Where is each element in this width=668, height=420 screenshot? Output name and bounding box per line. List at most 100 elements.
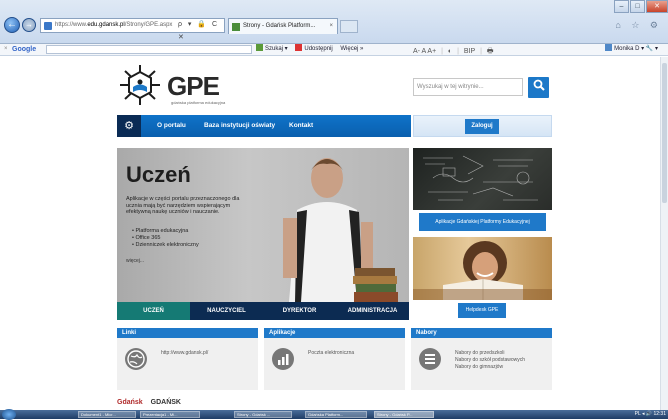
- font-size-controls[interactable]: A- A A+: [413, 48, 436, 55]
- google-search-input[interactable]: [46, 45, 252, 54]
- back-button[interactable]: ←: [4, 17, 20, 33]
- hero-title: Uczeń: [126, 162, 191, 187]
- toolbar-close-icon[interactable]: ×: [4, 44, 8, 55]
- tab-uczen[interactable]: UCZEŃ: [117, 302, 190, 320]
- maximize-button[interactable]: □: [630, 0, 645, 13]
- footer-gdansk-text[interactable]: GDAŃSK: [151, 399, 181, 406]
- link-nabory-szkol[interactable]: Nabory do szkół podstawowych: [455, 357, 525, 364]
- search-menu[interactable]: Szukaj ▾: [256, 44, 288, 52]
- windows-taskbar: Dokument1 - Micr... Prezentacja1 - Mi...…: [0, 409, 668, 420]
- window-controls: – □ ✕: [613, 0, 668, 14]
- list-item: Dzienniczek elektroniczny: [132, 242, 198, 249]
- taskbar-button[interactable]: Strony - Gdańsk ...: [234, 411, 292, 418]
- gpe-logo[interactable]: GPE gdańska platforma edukacyjna: [117, 63, 237, 107]
- logo-subtitle: gdańska platforma edukacyjna: [171, 100, 226, 105]
- helpdesk-area: Helpdesk GPE: [413, 300, 552, 320]
- bip-link[interactable]: BIP: [464, 48, 475, 55]
- url-path: /Strony/GPE.aspx: [124, 22, 173, 28]
- panel-body: http://www.gdansk.pl/: [161, 350, 208, 357]
- list-item: Platforma edukacyjna: [132, 228, 199, 235]
- globe-icon: [125, 348, 147, 370]
- search-icon: [533, 79, 545, 91]
- hero-list: Platforma edukacyjna Office 365 Dziennic…: [132, 228, 199, 249]
- list-icon: [419, 348, 441, 370]
- url-domain: edu.gdansk.pl: [87, 22, 125, 28]
- panel-title: Linki: [117, 328, 258, 338]
- footer-logos: Gdańsk GDAŃSK: [117, 399, 552, 410]
- page-icon: [44, 22, 52, 30]
- girl-reading-image: [413, 237, 552, 300]
- logo-text: GPE: [167, 71, 220, 101]
- footer-gdansk-logo[interactable]: Gdańsk: [117, 399, 143, 406]
- apps-button[interactable]: Aplikacje Gdańskiej Platformy Edukacyjne…: [419, 213, 546, 231]
- address-controls[interactable]: ρ ▾ 🔒 C ✕: [178, 18, 226, 41]
- minimize-button[interactable]: –: [614, 0, 629, 13]
- google-logo: Google: [12, 46, 37, 53]
- wrench-icon[interactable]: 🔧 ▾: [646, 46, 658, 52]
- gpe-site: A- A A+ | ◐ | BIP | 🖶 GPE gdańska platfo…: [117, 48, 552, 410]
- new-tab-button[interactable]: [340, 20, 358, 33]
- menu-item-o-portalu[interactable]: O portalu: [157, 115, 186, 137]
- taskbar-button[interactable]: Prezentacja1 - Mi...: [140, 411, 200, 418]
- user-name: Monika D ▾: [614, 46, 645, 52]
- link-nabory-przedszkoli[interactable]: Nabory do przedszkoli: [455, 350, 525, 357]
- girl-reading-picture: [413, 241, 552, 300]
- contrast-icon[interactable]: ◐: [448, 48, 452, 55]
- google-toolbar: × Google Szukaj ▾ Udostępnij Więcej » Mo…: [0, 44, 668, 56]
- tab-favicon-icon: [232, 23, 240, 31]
- browser-toolbar-icons[interactable]: ⌂ ☆ ⚙: [615, 20, 662, 31]
- hero-tabs: UCZEŃ NAUCZYCIEL DYREKTOR ADMINISTRACJA: [117, 302, 409, 320]
- tab-close-icon[interactable]: ×: [329, 19, 333, 34]
- hero-description: Aplikacje w części portalu przeznaczoneg…: [126, 196, 240, 215]
- blackboard-image: [413, 148, 552, 210]
- tab-dyrektor[interactable]: DYREKTOR: [263, 302, 336, 320]
- login-button[interactable]: Zaloguj: [465, 119, 499, 134]
- link-gdansk[interactable]: http://www.gdansk.pl/: [161, 350, 208, 357]
- login-area: Zaloguj: [413, 115, 552, 137]
- google-user[interactable]: Monika D ▾ 🔧 ▾: [605, 44, 658, 55]
- helpdesk-button[interactable]: Helpdesk GPE: [458, 303, 506, 318]
- taskbar-button[interactable]: Gdańska Platform...: [305, 411, 367, 418]
- panel-body: Nabory do przedszkoli Nabory do szkół po…: [455, 350, 525, 371]
- print-icon[interactable]: 🖶: [487, 48, 494, 55]
- user-avatar-icon: [605, 44, 613, 51]
- blackboard-scribbles: [423, 155, 538, 201]
- panel-title: Nabory: [411, 328, 552, 338]
- nabory-panel: Nabory Nabory do przedszkoli Nabory do s…: [411, 328, 552, 390]
- search-button[interactable]: [528, 77, 549, 98]
- menu-item-kontakt[interactable]: Kontakt: [289, 115, 313, 137]
- forward-button[interactable]: →: [22, 18, 36, 32]
- tab-title: Strony - Gdańsk Platform...: [243, 23, 316, 29]
- panel-body: Poczta elektroniczna: [308, 350, 354, 357]
- panel-title: Aplikacje: [264, 328, 405, 338]
- hero-more-link[interactable]: więcej...: [126, 258, 144, 264]
- menu-logo-icon[interactable]: ⚙: [117, 115, 141, 137]
- tab-administracja[interactable]: ADMINISTRACJA: [336, 302, 409, 320]
- logo-emblem-icon: [120, 65, 160, 105]
- url-prefix: https://www.: [55, 22, 88, 28]
- link-poczta[interactable]: Poczta elektroniczna: [308, 350, 354, 357]
- scrollbar[interactable]: [660, 57, 668, 410]
- accessibility-bar: A- A A+ | ◐ | BIP | 🖶: [413, 48, 494, 55]
- list-item: Office 365: [132, 235, 199, 242]
- taskbar-button[interactable]: Strony - Gdańsk P...: [374, 411, 434, 418]
- chart-icon: [272, 348, 294, 370]
- start-button[interactable]: [2, 409, 16, 420]
- more-button[interactable]: Więcej »: [340, 46, 363, 52]
- apps-panel: Aplikacje Poczta elektroniczna: [264, 328, 405, 390]
- tab-strony[interactable]: Strony - Gdańsk Platform... ×: [228, 18, 338, 34]
- share-icon: [295, 44, 303, 51]
- search-icon: [256, 44, 263, 51]
- link-nabory-gimnazjow[interactable]: Nabory do gimnazjów: [455, 364, 525, 371]
- site-search-input[interactable]: Wyszukaj w tej witrynie...: [413, 78, 523, 96]
- links-panel: Linki http://www.gdansk.pl/: [117, 328, 258, 390]
- close-window-button[interactable]: ✕: [646, 0, 668, 13]
- student-photo: [283, 158, 398, 302]
- taskbar-button[interactable]: Dokument1 - Micr...: [78, 411, 136, 418]
- share-button[interactable]: Udostępnij: [295, 44, 333, 52]
- tab-nauczyciel[interactable]: NAUCZYCIEL: [190, 302, 263, 320]
- browser-chrome: – □ ✕ ← → https://www.edu.gdansk.pl/Stro…: [0, 0, 668, 44]
- scrollbar-thumb[interactable]: [662, 63, 667, 203]
- menu-item-baza-instytucji[interactable]: Baza instytucji oświaty: [204, 115, 275, 137]
- system-tray[interactable]: PL ◂ 🔊 12:31: [635, 410, 666, 419]
